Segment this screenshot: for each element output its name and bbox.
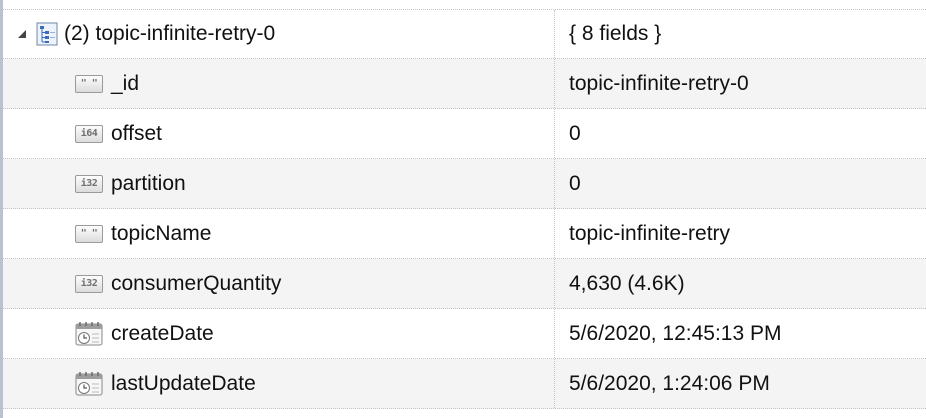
- field-value: 0: [569, 171, 581, 195]
- field-row-topicname[interactable]: " " topicName topic-infinite-retry: [3, 209, 926, 259]
- field-key-cell: createDate: [3, 309, 555, 358]
- field-row-offset[interactable]: i64 offset 0: [3, 109, 926, 159]
- field-value-cell: topic-infinite-retry: [555, 209, 926, 258]
- field-key-cell: " " topicName: [3, 209, 555, 258]
- document-row[interactable]: (2) topic-infinite-retry-0 { 8 fields }: [3, 9, 926, 59]
- date-type-icon: [75, 321, 103, 345]
- field-value: topic-infinite-retry: [569, 221, 731, 245]
- field-key: lastUpdateDate: [111, 371, 256, 395]
- field-value-cell: 0: [555, 109, 926, 158]
- field-key: offset: [111, 121, 162, 145]
- field-value: 5/6/2020, 12:45:13 PM: [569, 321, 782, 345]
- int32-type-icon: i32: [75, 174, 103, 193]
- document-tree-icon: [36, 22, 58, 46]
- field-row-consumerquantity[interactable]: i32 consumerQuantity 4,630 (4.6K): [3, 259, 926, 309]
- int64-type-icon: i64: [75, 124, 103, 143]
- field-value-cell: 4,630 (4.6K): [555, 259, 926, 308]
- field-value: 5/6/2020, 1:24:06 PM: [569, 371, 770, 395]
- date-type-icon: [75, 371, 103, 395]
- field-key-cell: i64 offset: [3, 109, 555, 158]
- document-field-count: { 8 fields }: [569, 22, 662, 45]
- field-row-partition[interactable]: i32 partition 0: [3, 159, 926, 209]
- field-value: 4,630 (4.6K): [569, 271, 685, 295]
- field-key-cell: i32 consumerQuantity: [3, 259, 555, 308]
- field-key-cell: " " _id: [3, 59, 555, 108]
- field-key: topicName: [111, 221, 212, 245]
- field-key: createDate: [111, 321, 214, 345]
- field-key: consumerQuantity: [111, 271, 282, 295]
- field-row-createdate[interactable]: createDate 5/6/2020, 12:45:13 PM: [3, 309, 926, 359]
- field-value: 0: [569, 121, 581, 145]
- field-value-cell: 5/6/2020, 1:24:06 PM: [555, 359, 926, 408]
- field-row-id[interactable]: " " _id topic-infinite-retry-0: [3, 59, 926, 109]
- field-value-cell: 5/6/2020, 12:45:13 PM: [555, 309, 926, 358]
- field-key: _id: [111, 71, 140, 95]
- field-key: partition: [111, 171, 186, 195]
- field-value-cell: topic-infinite-retry-0: [555, 59, 926, 108]
- field-value: topic-infinite-retry-0: [569, 71, 749, 95]
- collapse-triangle-icon[interactable]: [18, 30, 26, 38]
- document-label: (2) topic-infinite-retry-0: [64, 22, 276, 45]
- document-tree: (2) topic-infinite-retry-0 { 8 fields } …: [3, 9, 926, 409]
- string-type-icon: " ": [75, 224, 103, 243]
- document-value-cell: { 8 fields }: [555, 10, 926, 58]
- document-key-cell: (2) topic-infinite-retry-0: [3, 10, 555, 58]
- int32-type-icon: i32: [75, 274, 103, 293]
- field-value-cell: 0: [555, 159, 926, 208]
- string-type-icon: " ": [75, 74, 103, 93]
- field-key-cell: i32 partition: [3, 159, 555, 208]
- field-row-lastupdatedate[interactable]: lastUpdateDate 5/6/2020, 1:24:06 PM: [3, 359, 926, 409]
- field-key-cell: lastUpdateDate: [3, 359, 555, 408]
